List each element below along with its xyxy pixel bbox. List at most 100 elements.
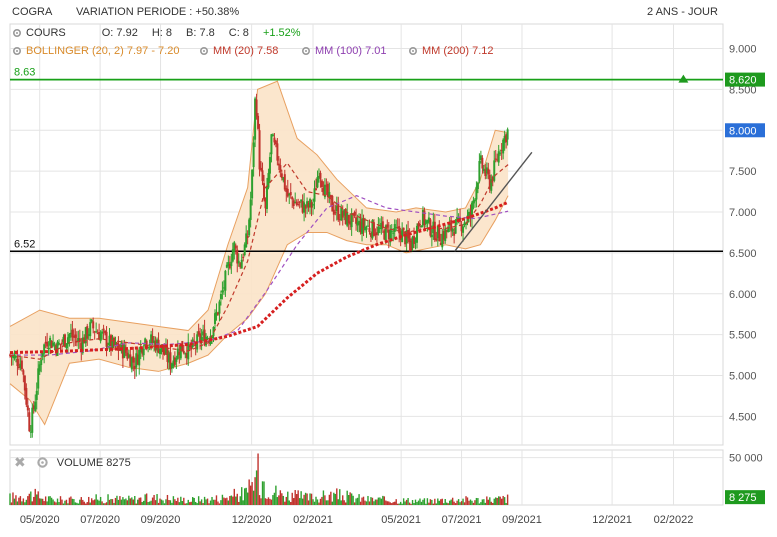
candle-body (435, 238, 438, 241)
candle-body (60, 342, 63, 344)
volume-bar (114, 497, 117, 505)
volume-bar (147, 502, 149, 505)
volume-bar (171, 502, 173, 505)
candle-body (224, 270, 227, 291)
volume-bar (178, 502, 181, 505)
volume-bar (432, 503, 435, 505)
mm100-legend[interactable]: MM (100) 7.01 (301, 45, 387, 57)
volume-bar (358, 494, 360, 505)
volume-bar (396, 503, 399, 505)
volume-bar (175, 501, 178, 505)
y-tick-label: 5.500 (729, 330, 757, 342)
volume-bar (315, 496, 317, 505)
volume-bar (394, 501, 396, 505)
volume-bar (53, 501, 56, 505)
close-icon[interactable]: ✖ (14, 454, 26, 471)
volume-bar (47, 496, 50, 505)
mm20-legend[interactable]: MM (20) 7.58 (199, 45, 278, 57)
volume-bar (59, 496, 62, 505)
candle-body (268, 157, 271, 174)
volume-bar (123, 499, 126, 505)
candle-body (271, 134, 274, 137)
gear-icon[interactable] (199, 46, 209, 56)
volume-bar (288, 500, 290, 505)
volume-bar (419, 498, 421, 505)
x-tick-label: 05/2021 (381, 514, 421, 526)
volume-bar (134, 496, 136, 505)
candle-body (248, 219, 251, 236)
volume-bar (333, 492, 335, 505)
volume-bar (316, 499, 319, 505)
volume-bar (459, 502, 461, 505)
candle-body (430, 234, 433, 238)
volume-bar (18, 497, 20, 505)
volume-bar (258, 495, 261, 505)
volume-bar (102, 503, 105, 505)
volume-bar (489, 497, 491, 505)
candle-body (257, 115, 260, 129)
volume-bar (362, 496, 365, 505)
volume-bar (330, 491, 332, 505)
gear-icon[interactable] (12, 28, 22, 38)
x-tick-label: 12/2020 (232, 514, 272, 526)
variation-periode: VARIATION PERIODE : +50.38% (76, 6, 240, 18)
volume-bar (65, 499, 68, 505)
volume-bar (318, 502, 320, 505)
volume-bar (125, 498, 127, 505)
volume-bar (312, 499, 314, 505)
candle-body (255, 99, 258, 117)
gear-icon[interactable] (408, 46, 418, 56)
period-selector[interactable]: 2 ANS - JOUR (647, 6, 718, 18)
volume-bar (376, 499, 378, 505)
y-tick-label: 6.500 (729, 248, 757, 260)
volume-bar (410, 503, 412, 505)
volume-bar (434, 498, 436, 505)
volume-bar (49, 496, 51, 505)
volume-bar (279, 490, 282, 505)
gear-icon[interactable] (301, 46, 311, 56)
volume-bar (373, 501, 375, 505)
candle-body (493, 160, 496, 181)
candle-body (182, 350, 185, 354)
volume-bar (416, 502, 418, 505)
candle-body (101, 331, 104, 334)
volume-bar (367, 495, 369, 505)
gear-icon[interactable] (36, 456, 49, 469)
bollinger-legend[interactable]: BOLLINGER (20, 2) 7.97 - 7.20 (12, 45, 179, 57)
volume-bar (74, 502, 77, 505)
candle-body (38, 364, 41, 372)
candle-body (221, 290, 224, 293)
candle-body (368, 227, 371, 232)
volume-bar (156, 494, 158, 505)
gear-icon[interactable] (12, 46, 22, 56)
candle-body (418, 224, 421, 226)
candle-body (462, 226, 465, 233)
volume-bar (444, 498, 446, 505)
volume-bar (96, 499, 99, 505)
candle-body (350, 213, 353, 228)
volume-bar (379, 497, 381, 505)
volume-bar (420, 501, 423, 505)
volume-bar (70, 496, 72, 505)
volume-bar (163, 503, 166, 505)
candle-body (245, 233, 248, 248)
volume-bar (257, 453, 259, 505)
volume-bar (122, 497, 124, 505)
volume-bar (90, 498, 93, 505)
volume-bar (217, 501, 219, 505)
volume-bar (13, 498, 16, 505)
candle-body (478, 160, 481, 182)
volume-bar (490, 501, 492, 505)
volume-bar (153, 494, 155, 505)
volume-bar (404, 501, 406, 505)
volume-bar (172, 496, 175, 505)
volume-bar (374, 499, 377, 505)
candle-body (270, 134, 273, 155)
candle-body (481, 157, 484, 169)
volume-bar (77, 503, 80, 505)
mm200-legend[interactable]: MM (200) 7.12 (408, 45, 494, 57)
y-tick-label: 7.500 (729, 166, 757, 178)
volume-bar (220, 500, 222, 505)
candle-body (219, 294, 222, 300)
volume-bar (402, 498, 405, 505)
